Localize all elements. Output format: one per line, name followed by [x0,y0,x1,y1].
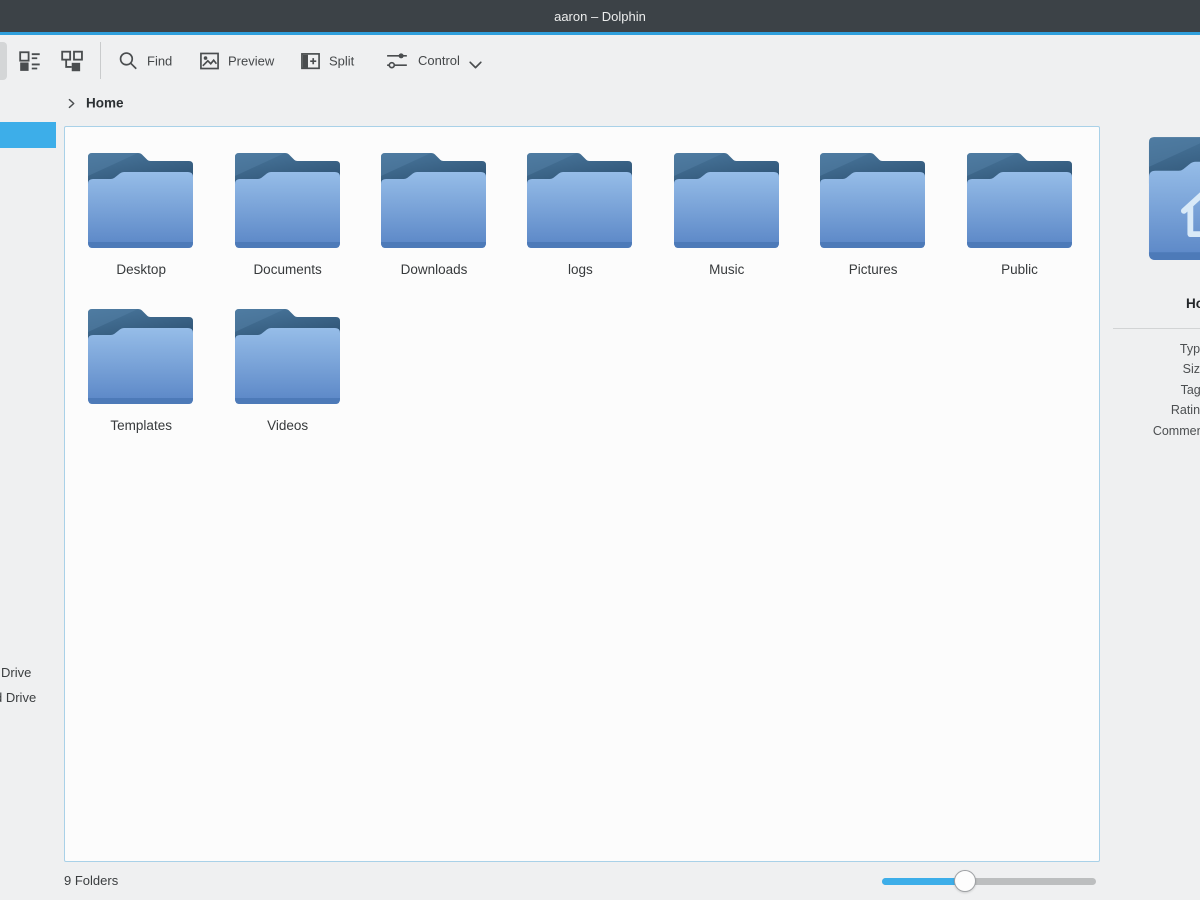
folder-icon [234,153,340,248]
search-icon [119,51,137,69]
folder-name: Downloads [400,262,468,277]
breadcrumb: Home [65,96,124,111]
folder-item[interactable]: Music [654,149,800,305]
control-sliders-icon [387,53,407,69]
folder-item[interactable]: Videos [214,305,360,461]
folder-name: Documents [253,262,322,277]
info-field-label: Rating [1170,403,1200,418]
folder-name: Videos [267,418,309,433]
info-panel-separator [1113,328,1200,329]
control-button[interactable]: Control [384,48,484,74]
window-title: aaron – Dolphin [554,8,646,24]
folder-name: Templates [110,418,172,433]
folder-view[interactable]: Desktop Documents Downloads logs Music P… [64,126,1100,862]
folder-icon [88,153,194,248]
folder-name: Music [709,262,745,277]
info-field-labels: Type Size Tags Rating Comment [1100,339,1200,441]
places-item-home-selected[interactable] [0,122,56,148]
folder-icon [380,153,486,248]
folder-item[interactable]: Templates [68,305,214,461]
split-view-icon [301,52,320,69]
home-folder-icon [1145,132,1200,260]
folder-grid: Desktop Documents Downloads logs Music P… [65,127,1099,461]
chevron-right-icon [68,98,75,108]
chevron-down-icon [469,60,482,68]
location-bar[interactable]: Home [0,86,1200,120]
tree-view-icon [61,50,83,71]
dolphin-window: { "window": { "title": "aaron – Dolphin"… [0,0,1200,900]
folder-name: Public [1001,262,1038,277]
places-item-drive[interactable]: Drive [1,665,31,680]
control-button-label: Control [418,53,460,68]
folder-icon [234,309,340,404]
folder-name: logs [567,262,593,277]
split-button[interactable]: Split [299,49,354,72]
folder-icon [527,153,633,248]
folder-count-text: 9 Folders [64,873,119,888]
folder-name: Pictures [848,262,898,277]
toolbar-separator [100,42,101,79]
folder-icon [820,153,926,248]
details-view-icon [19,50,40,71]
folder-item[interactable]: Documents [214,149,360,305]
tree-view-button[interactable] [59,48,84,73]
info-field-label: Tags [1180,382,1200,397]
find-button-label: Find [147,53,173,68]
preview-image-icon [200,52,219,69]
preview-button-label: Preview [228,53,275,68]
zoom-slider[interactable] [882,862,1096,900]
status-bar: 9 Folders [0,862,1200,900]
folder-item[interactable]: Downloads [361,149,507,305]
split-button-label: Split [329,53,355,68]
breadcrumb-location[interactable]: Home [86,96,124,111]
info-panel-title: Home [1186,296,1200,311]
cropped-toolbar-button[interactable] [0,42,7,80]
folder-icon [88,309,194,404]
info-field-label: Size [1182,362,1200,377]
find-button[interactable]: Find [117,49,172,72]
title-bar[interactable]: aaron – Dolphin [0,0,1200,32]
preview-button[interactable]: Preview [198,49,274,72]
folder-item[interactable]: logs [507,149,653,305]
zoom-slider-fill [882,877,966,885]
main-toolbar: Find Preview Split Control [0,35,1200,86]
info-field-label: Comment [1152,423,1200,438]
folder-icon [966,153,1072,248]
folder-icon [673,153,779,248]
folder-item[interactable]: Public [946,149,1092,305]
details-view-button[interactable] [17,48,42,73]
places-panel: Drive d Drive [0,120,64,862]
info-field-label: Type [1179,342,1200,356]
folder-item[interactable]: Pictures [800,149,946,305]
zoom-slider-handle[interactable] [954,870,977,892]
folder-item[interactable]: Desktop [68,149,214,305]
places-item-drive-2[interactable]: d Drive [0,690,36,705]
information-panel: Home Type Size Tags Rating Comment [1100,120,1200,862]
folder-name: Desktop [116,262,166,277]
